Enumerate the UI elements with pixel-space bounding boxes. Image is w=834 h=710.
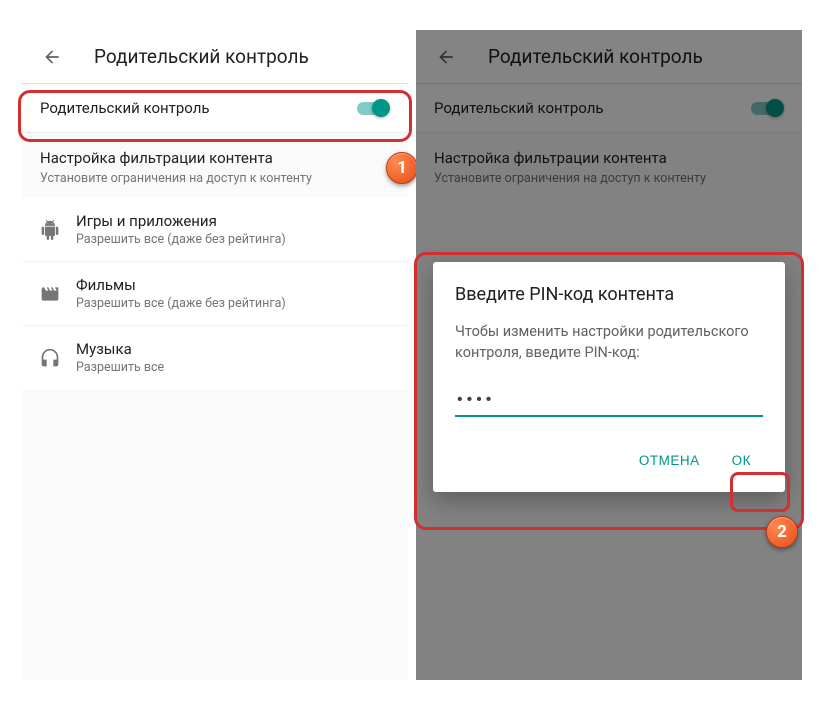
settings-body: Родительский контроль Настройка фильтрац… bbox=[22, 84, 408, 680]
ok-button[interactable]: ОК bbox=[720, 445, 763, 476]
phone-left: Родительский контроль Родительский контр… bbox=[22, 30, 408, 680]
toggle-label: Родительский контроль bbox=[40, 99, 210, 117]
item-title: Игры и приложения bbox=[76, 212, 286, 230]
android-icon bbox=[40, 220, 76, 240]
item-subtitle: Разрешить все bbox=[76, 360, 164, 375]
toggle-thumb bbox=[372, 99, 390, 117]
pin-input[interactable] bbox=[455, 385, 763, 417]
section-header: Настройка фильтрации контента Установите… bbox=[22, 133, 408, 198]
item-subtitle: Разрешить все (даже без рейтинга) bbox=[76, 296, 286, 311]
item-title: Фильмы bbox=[76, 276, 286, 294]
dialog-overlay: Введите PIN-код контента Чтобы изменить … bbox=[416, 30, 802, 680]
annotation-badge-1: 1 bbox=[386, 152, 418, 184]
item-subtitle: Разрешить все (даже без рейтинга) bbox=[76, 232, 286, 247]
dialog-title: Введите PIN-код контента bbox=[455, 284, 763, 305]
back-button[interactable] bbox=[40, 45, 64, 69]
section-subtitle: Установите ограничения на доступ к конте… bbox=[40, 171, 390, 186]
item-music[interactable]: Музыка Разрешить все bbox=[22, 326, 408, 389]
pin-dialog: Введите PIN-код контента Чтобы изменить … bbox=[433, 262, 785, 492]
parental-control-toggle-row[interactable]: Родительский контроль bbox=[22, 84, 408, 133]
section-title: Настройка фильтрации контента bbox=[40, 149, 390, 167]
toggle-switch[interactable] bbox=[354, 98, 390, 118]
movie-icon bbox=[40, 284, 76, 304]
annotation-badge-2: 2 bbox=[766, 516, 798, 548]
item-games[interactable]: Игры и приложения Разрешить все (даже бе… bbox=[22, 198, 408, 262]
app-header: Родительский контроль bbox=[22, 30, 408, 84]
headphones-icon bbox=[40, 348, 76, 368]
dialog-message: Чтобы изменить настройки родительского к… bbox=[455, 321, 763, 363]
item-title: Музыка bbox=[76, 340, 164, 358]
item-movies[interactable]: Фильмы Разрешить все (даже без рейтинга) bbox=[22, 262, 408, 326]
cancel-button[interactable]: ОТМЕНА bbox=[627, 445, 712, 476]
page-title: Родительский контроль bbox=[94, 45, 309, 68]
phone-right: Родительский контроль Родительский контр… bbox=[416, 30, 802, 680]
arrow-left-icon bbox=[42, 47, 62, 67]
dialog-actions: ОТМЕНА ОК bbox=[455, 445, 763, 482]
